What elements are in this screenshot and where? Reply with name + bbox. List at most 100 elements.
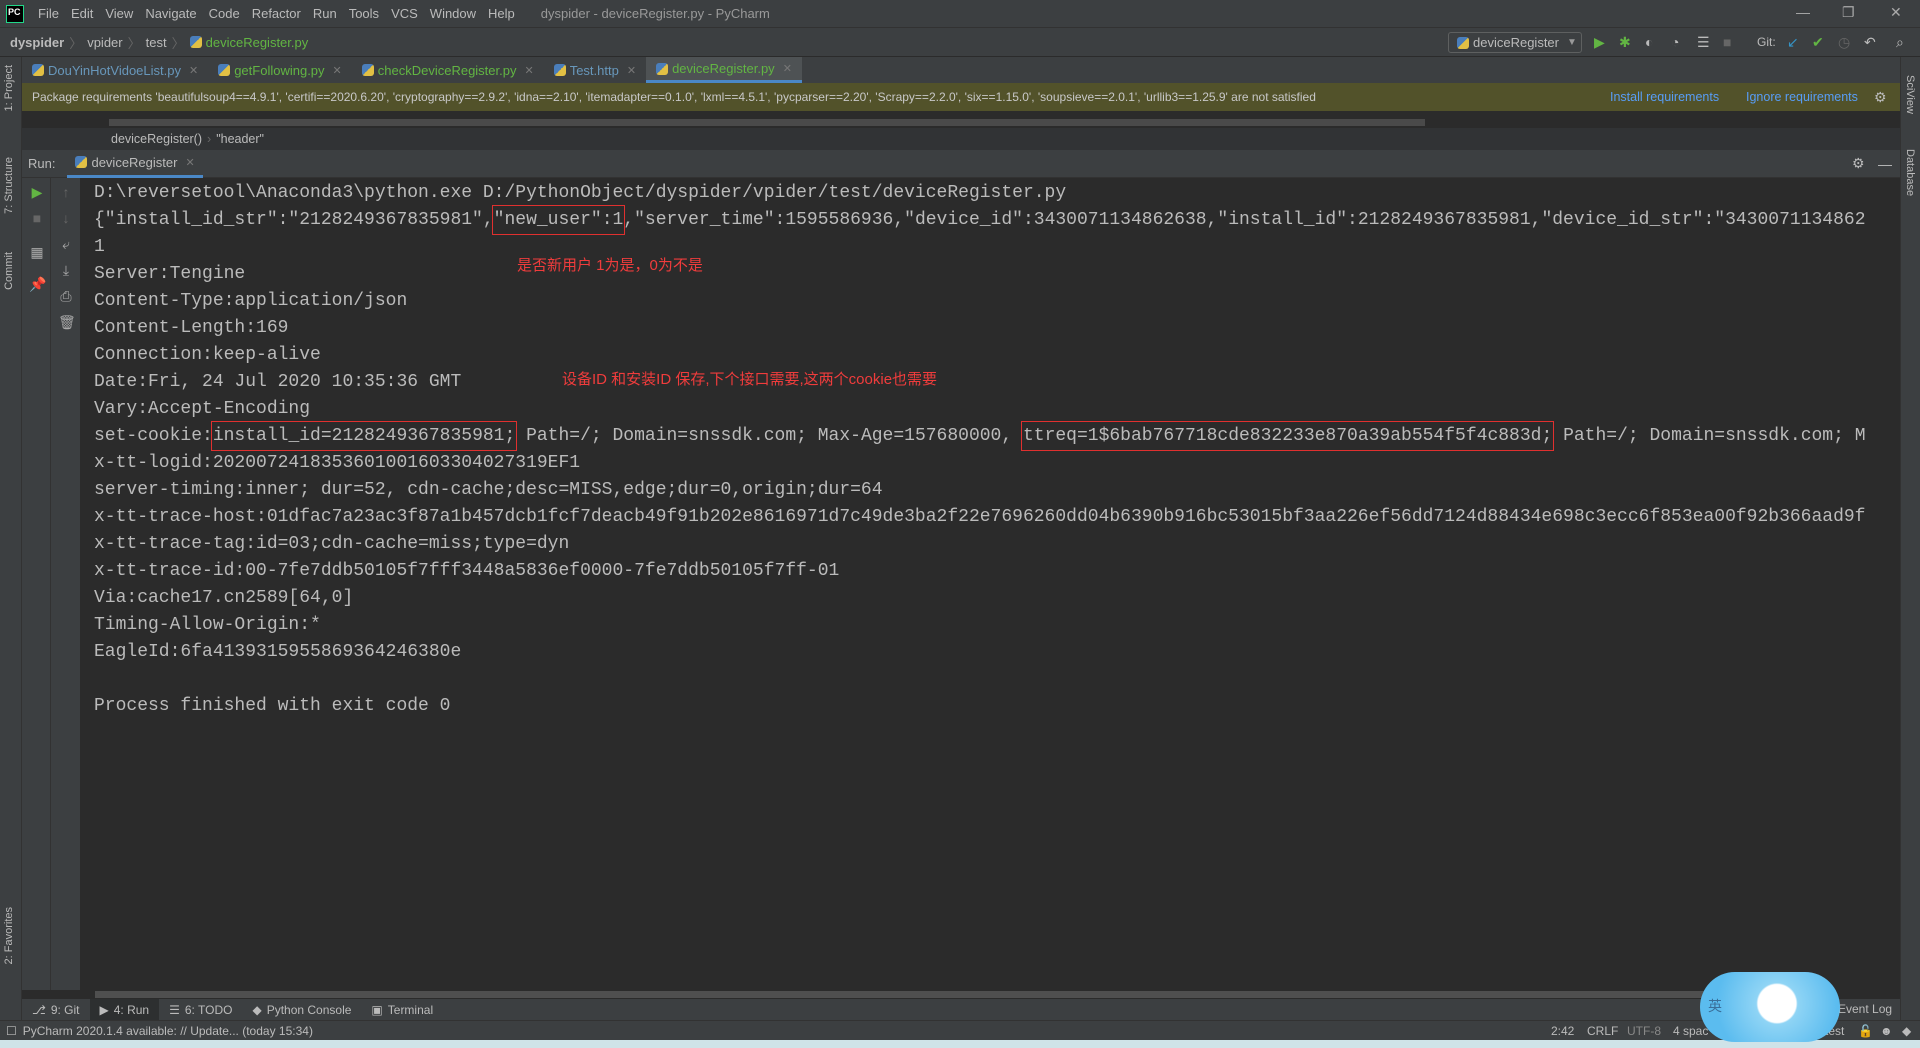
settings-icon[interactable]: ⚙ bbox=[1852, 155, 1865, 172]
breadcrumb-function[interactable]: deviceRegister() bbox=[111, 132, 202, 146]
editor-tab[interactable]: getFollowing.py ✕ bbox=[208, 57, 352, 83]
editor-tab[interactable]: Test.http ✕ bbox=[544, 57, 646, 83]
cursor-position[interactable]: 2:42 bbox=[1551, 1024, 1574, 1038]
crumb-test[interactable]: test bbox=[146, 35, 167, 50]
menu-window[interactable]: Window bbox=[424, 6, 482, 21]
concurrency-icon[interactable]: ☰ bbox=[1697, 34, 1710, 51]
update-message[interactable]: PyCharm 2020.1.4 available: // Update...… bbox=[23, 1024, 313, 1038]
rerun-icon[interactable]: ▶ bbox=[29, 184, 45, 201]
menu-navigate[interactable]: Navigate bbox=[139, 6, 202, 21]
pycharm-logo: PC bbox=[6, 4, 24, 23]
horizontal-scrollbar[interactable] bbox=[95, 990, 1900, 999]
highlighted-value: ttreq=1$6bab767718cde832233e870a39ab554f… bbox=[1020, 421, 1555, 451]
tool-database[interactable]: Database bbox=[1904, 149, 1916, 196]
scrollbar-thumb[interactable] bbox=[95, 991, 1705, 998]
tool-favorites[interactable]: 2: Favorites bbox=[3, 907, 15, 964]
bottom-tab-todo[interactable]: ☰ 6: TODO bbox=[159, 999, 242, 1020]
lock-icon[interactable]: 🔓 bbox=[1858, 1024, 1873, 1038]
menu-view[interactable]: View bbox=[99, 6, 139, 21]
run-tab[interactable]: deviceRegister ✕ bbox=[67, 150, 203, 178]
down-arrow-icon[interactable]: ↓ bbox=[58, 210, 74, 226]
ime-language-indicator[interactable]: 英 bbox=[1708, 996, 1722, 1016]
run-config-label: deviceRegister bbox=[1473, 35, 1559, 50]
layout-icon[interactable]: ▦ bbox=[29, 244, 45, 261]
debug-icon[interactable]: ✱ bbox=[1619, 34, 1631, 51]
git-commit-icon[interactable]: ✔ bbox=[1812, 34, 1824, 51]
profile-icon[interactable]: ◔ bbox=[1671, 34, 1679, 50]
install-requirements-link[interactable]: Install requirements bbox=[1610, 90, 1719, 104]
file-encoding[interactable]: UTF-8 bbox=[1627, 1024, 1661, 1038]
bottom-tab-run[interactable]: ▶ 4: Run bbox=[89, 999, 160, 1020]
python-icon bbox=[1457, 36, 1469, 49]
inspector-icon[interactable]: ☻ bbox=[1880, 1024, 1893, 1038]
gear-icon[interactable]: ⚙ bbox=[1874, 89, 1887, 106]
tool-sciview[interactable]: SciView bbox=[1904, 75, 1916, 114]
line-separator[interactable]: CRLF bbox=[1587, 1024, 1618, 1038]
window-title: dyspider - deviceRegister.py - PyCharm bbox=[540, 6, 770, 21]
menu-vcs[interactable]: VCS bbox=[385, 6, 424, 21]
menu-file[interactable]: File bbox=[32, 6, 65, 21]
close-tab-icon[interactable]: ✕ bbox=[524, 64, 533, 77]
console-text: Date:Fri, 24 Jul 2020 10:35:36 GMT bbox=[94, 372, 462, 392]
minimize-icon[interactable]: — bbox=[1796, 4, 1810, 20]
bottom-tab-git[interactable]: ⎇ 9: Git bbox=[22, 999, 90, 1020]
editor-scrollbar[interactable] bbox=[109, 119, 1425, 126]
up-arrow-icon[interactable]: ↑ bbox=[58, 184, 74, 200]
tab-label: DouYinHotVidoeList.py bbox=[48, 62, 181, 78]
editor-tab[interactable]: checkDeviceRegister.py ✕ bbox=[352, 57, 544, 83]
close-tab-icon[interactable]: ✕ bbox=[333, 64, 342, 77]
tool-structure[interactable]: 7: Structure bbox=[3, 157, 15, 214]
close-tab-icon[interactable]: ✕ bbox=[783, 62, 792, 75]
breadcrumb-key[interactable]: "header" bbox=[216, 132, 264, 146]
memory-icon[interactable]: ◆ bbox=[1902, 1024, 1911, 1038]
event-log-button[interactable]: Event Log bbox=[1838, 1002, 1892, 1016]
restore-icon[interactable]: ❐ bbox=[1842, 4, 1855, 21]
git-update-icon[interactable]: ↙ bbox=[1787, 34, 1799, 51]
menu-code[interactable]: Code bbox=[203, 6, 246, 21]
banner-message: Package requirements 'beautifulsoup4==4.… bbox=[32, 90, 1316, 104]
run-config-selector[interactable]: deviceRegister ▼ bbox=[1448, 32, 1582, 53]
scroll-to-end-icon[interactable]: ⤓ bbox=[58, 262, 74, 279]
menu-tools[interactable]: Tools bbox=[343, 6, 385, 21]
coverage-icon[interactable]: ◐ bbox=[1645, 34, 1653, 50]
console-text: Path=/; Domain=snssdk.com; Max-Age=15768… bbox=[515, 426, 1023, 446]
stop-icon[interactable]: ■ bbox=[1723, 34, 1731, 50]
console-line: EagleId:6fa4139315955869364246380e bbox=[94, 639, 461, 666]
indent-setting[interactable]: 4 spac bbox=[1673, 1024, 1708, 1038]
menu-help[interactable]: Help bbox=[482, 6, 521, 21]
menu-run[interactable]: Run bbox=[307, 6, 343, 21]
close-tab-icon[interactable]: ✕ bbox=[627, 64, 636, 77]
menu-refactor[interactable]: Refactor bbox=[246, 6, 307, 21]
notification-icon[interactable]: ☐ bbox=[6, 1024, 17, 1038]
pin-icon[interactable]: 📌 bbox=[29, 276, 46, 293]
print-icon[interactable]: ⎙ bbox=[58, 288, 74, 305]
bottom-tab-terminal[interactable]: ▣ Terminal bbox=[361, 999, 443, 1020]
crumb-vpider[interactable]: vpider bbox=[87, 35, 122, 50]
crumb-project[interactable]: dyspider bbox=[10, 35, 64, 50]
tool-commit[interactable]: Commit bbox=[3, 252, 15, 290]
hide-icon[interactable]: — bbox=[1878, 156, 1892, 172]
console-output[interactable]: 是否新用户 1为是，0为不是 设备ID 和安装ID 保存,下个接口需要,这两个c… bbox=[80, 178, 1900, 990]
stop-icon[interactable]: ■ bbox=[29, 210, 45, 226]
ime-mascot-widget[interactable]: 英 bbox=[1700, 972, 1840, 1042]
close-tab-icon[interactable]: ✕ bbox=[185, 156, 194, 169]
history-icon[interactable]: ◷ bbox=[1838, 34, 1850, 51]
rollback-icon[interactable]: ↶ bbox=[1864, 34, 1876, 51]
bottom-tab-python-console[interactable]: ◆ Python Console bbox=[242, 999, 361, 1020]
editor-tab[interactable]: deviceRegister.py ✕ bbox=[646, 57, 802, 83]
trash-icon[interactable]: 🗑 bbox=[58, 314, 76, 331]
ignore-requirements-link[interactable]: Ignore requirements bbox=[1746, 90, 1858, 104]
run-icon[interactable]: ▶ bbox=[1594, 34, 1605, 51]
tool-project[interactable]: 1: Project bbox=[3, 65, 15, 111]
menu-edit[interactable]: Edit bbox=[65, 6, 99, 21]
search-icon[interactable]: ⌕ bbox=[1896, 34, 1904, 51]
soft-wrap-icon[interactable]: ⤶ bbox=[58, 236, 74, 253]
close-icon[interactable]: ✕ bbox=[1890, 4, 1902, 21]
tab-label: checkDeviceRegister.py bbox=[377, 62, 517, 78]
crumb-file[interactable]: deviceRegister.py bbox=[206, 35, 309, 50]
close-tab-icon[interactable]: ✕ bbox=[189, 64, 198, 77]
editor-tab[interactable]: DouYinHotVidoeList.py ✕ bbox=[22, 57, 208, 83]
console-line: {"install_id_str":"2128249367835981","ne… bbox=[94, 205, 1866, 235]
console-line: server-timing:inner; dur=52, cdn-cache;d… bbox=[94, 477, 883, 504]
console-text: D:\reversetool\Anaconda3\python.exe D:/P… bbox=[94, 183, 1067, 203]
